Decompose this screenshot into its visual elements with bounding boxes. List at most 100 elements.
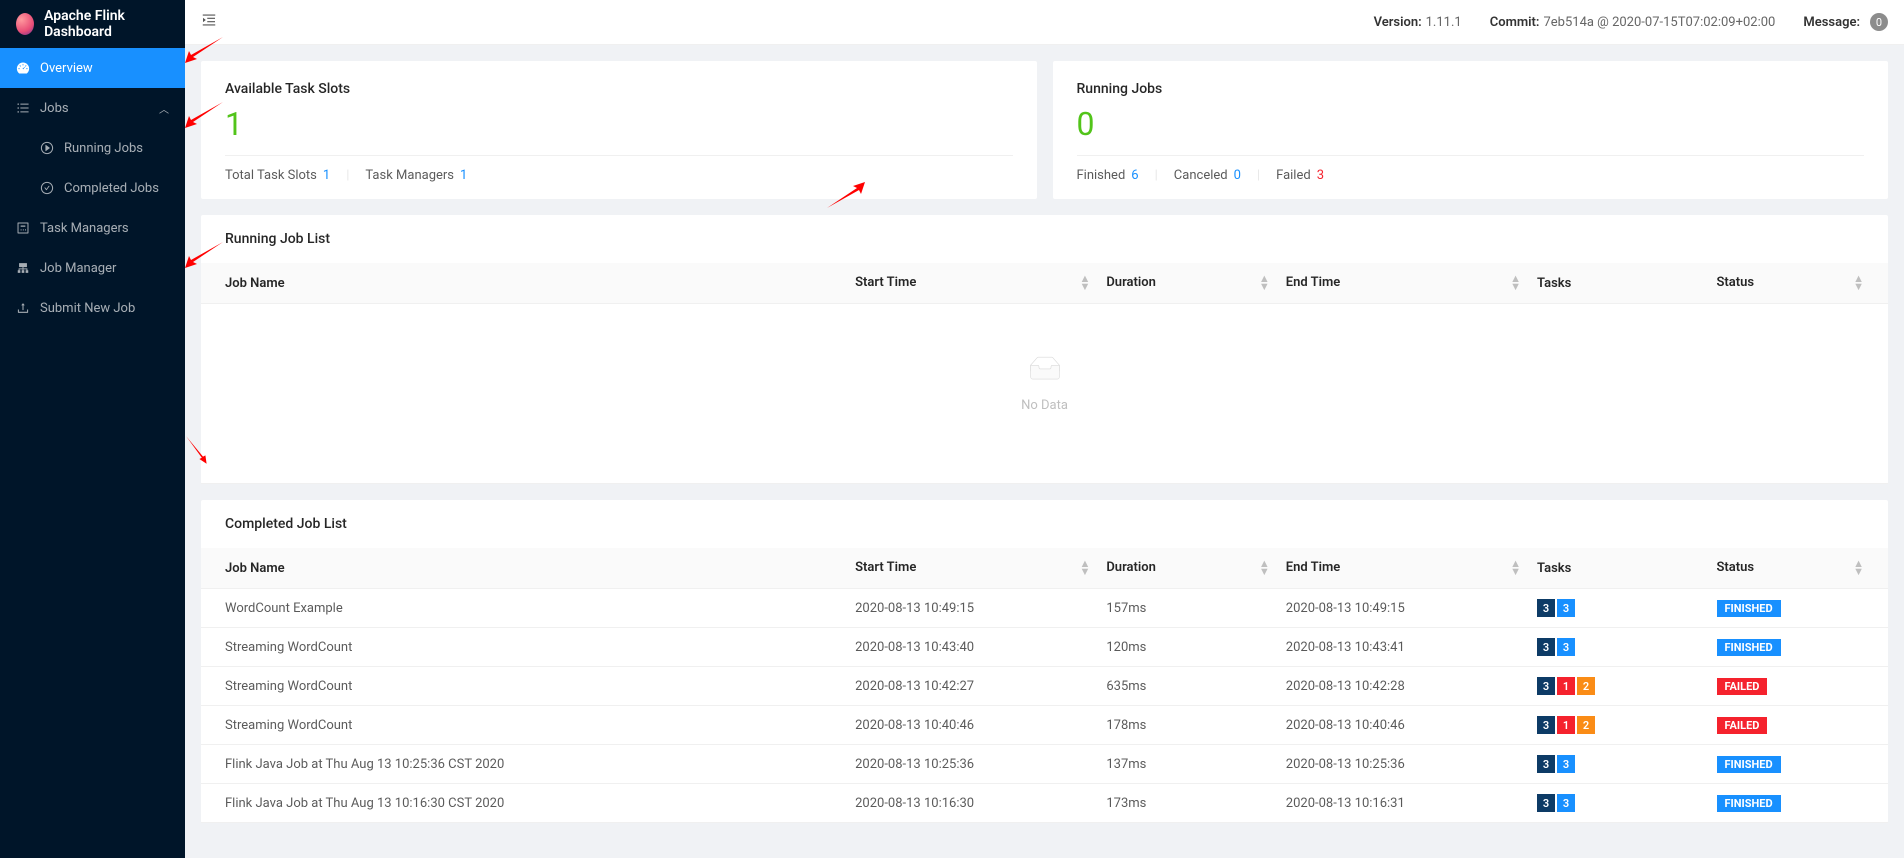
start-time-cell: 2020-08-13 10:25:36 <box>847 745 1098 784</box>
message-count-badge: 0 <box>1870 13 1888 31</box>
completed-jobs-table: Job Name Start Time▲▼ Duration▲▼ End Tim… <box>201 548 1888 823</box>
sidebar-item-running-jobs[interactable]: Running Jobs <box>0 128 185 168</box>
running-jobs-card: Running Jobs 0 Finished6 | Canceled0 | F… <box>1053 61 1889 199</box>
job-name-cell: Flink Java Job at Thu Aug 13 10:16:30 CS… <box>201 784 847 823</box>
table-row[interactable]: Streaming WordCount2020-08-13 10:43:4012… <box>201 628 1888 667</box>
task-count-badge: 3 <box>1537 794 1555 812</box>
table-row[interactable]: Streaming WordCount2020-08-13 10:40:4617… <box>201 706 1888 745</box>
job-name-cell: WordCount Example <box>201 589 847 628</box>
card-value: 0 <box>1077 105 1865 143</box>
sidebar-item-label: Submit New Job <box>40 301 135 316</box>
commit-info: Commit:7eb514a @ 2020-07-15T07:02:09+02:… <box>1490 15 1776 30</box>
status-cell: FINISHED <box>1709 745 1889 784</box>
bars-icon <box>16 101 30 115</box>
col-status[interactable]: Status▲▼ <box>1709 548 1889 589</box>
col-job-name[interactable]: Job Name <box>201 263 847 304</box>
cluster-icon <box>16 261 30 275</box>
col-start-time[interactable]: Start Time▲▼ <box>847 548 1098 589</box>
sidebar-item-label: Task Managers <box>40 221 129 236</box>
section-title: Completed Job List <box>201 500 1888 548</box>
job-name-cell: Streaming WordCount <box>201 667 847 706</box>
task-count-badge: 1 <box>1557 677 1575 695</box>
check-circle-icon <box>40 181 54 195</box>
col-end-time[interactable]: End Time▲▼ <box>1278 263 1529 304</box>
duration-cell: 173ms <box>1098 784 1277 823</box>
status-badge: FINISHED <box>1717 639 1781 656</box>
start-time-cell: 2020-08-13 10:49:15 <box>847 589 1098 628</box>
col-tasks[interactable]: Tasks <box>1529 548 1708 589</box>
sidebar-item-overview[interactable]: Overview <box>0 48 185 88</box>
status-badge: FAILED <box>1717 678 1768 695</box>
task-count-badge: 3 <box>1557 638 1575 656</box>
table-row[interactable]: Flink Java Job at Thu Aug 13 10:16:30 CS… <box>201 784 1888 823</box>
task-count-badge: 1 <box>1557 716 1575 734</box>
duration-cell: 157ms <box>1098 589 1277 628</box>
tasks-cell: 33 <box>1529 589 1708 628</box>
status-badge: FINISHED <box>1717 600 1781 617</box>
sidebar-item-submit-new-job[interactable]: Submit New Job <box>0 288 185 328</box>
end-time-cell: 2020-08-13 10:42:28 <box>1278 667 1529 706</box>
col-duration[interactable]: Duration▲▼ <box>1098 548 1277 589</box>
sidebar-item-label: Jobs <box>40 101 69 116</box>
section-title: Running Job List <box>201 215 1888 263</box>
available-task-slots-card: Available Task Slots 1 Total Task Slots1… <box>201 61 1037 199</box>
col-end-time[interactable]: End Time▲▼ <box>1278 548 1529 589</box>
task-count-badge: 3 <box>1537 716 1555 734</box>
logo-area: Apache Flink Dashboard <box>0 0 185 48</box>
status-cell: FINISHED <box>1709 628 1889 667</box>
task-count-badge: 2 <box>1577 677 1595 695</box>
task-count-badge: 3 <box>1557 755 1575 773</box>
col-job-name[interactable]: Job Name <box>201 548 847 589</box>
sidebar-item-completed-jobs[interactable]: Completed Jobs <box>0 168 185 208</box>
sidebar-item-label: Running Jobs <box>64 141 143 156</box>
col-start-time[interactable]: Start Time▲▼ <box>847 263 1098 304</box>
end-time-cell: 2020-08-13 10:49:15 <box>1278 589 1529 628</box>
task-count-badge: 3 <box>1537 677 1555 695</box>
status-cell: FINISHED <box>1709 589 1889 628</box>
sidebar-item-jobs[interactable]: Jobs︿ <box>0 88 185 128</box>
task-count-badge: 3 <box>1537 755 1555 773</box>
task-count-badge: 3 <box>1537 599 1555 617</box>
card-title: Running Jobs <box>1077 81 1865 97</box>
duration-cell: 178ms <box>1098 706 1277 745</box>
sidebar-item-label: Job Manager <box>40 261 116 276</box>
sidebar: Apache Flink Dashboard OverviewJobs︿ Runn… <box>0 0 185 858</box>
table-row[interactable]: Streaming WordCount2020-08-13 10:42:2763… <box>201 667 1888 706</box>
sidebar-menu: OverviewJobs︿ Running Jobs Completed Jobs T… <box>0 48 185 328</box>
running-jobs-table: Job Name Start Time▲▼ Duration▲▼ End Tim… <box>201 263 1888 484</box>
topbar-right: Version:1.11.1 Commit:7eb514a @ 2020-07-… <box>1374 13 1888 31</box>
message-info: Message:0 <box>1803 13 1888 31</box>
stats-row: Available Task Slots 1 Total Task Slots1… <box>201 61 1888 199</box>
col-duration[interactable]: Duration▲▼ <box>1098 263 1277 304</box>
play-circle-icon <box>40 141 54 155</box>
end-time-cell: 2020-08-13 10:25:36 <box>1278 745 1529 784</box>
start-time-cell: 2020-08-13 10:16:30 <box>847 784 1098 823</box>
sidebar-item-task-managers[interactable]: Task Managers <box>0 208 185 248</box>
start-time-cell: 2020-08-13 10:43:40 <box>847 628 1098 667</box>
task-count-badge: 2 <box>1577 716 1595 734</box>
col-tasks[interactable]: Tasks <box>1529 263 1708 304</box>
collapse-sidebar-button[interactable] <box>201 12 217 32</box>
empty-text: No Data <box>225 398 1864 413</box>
table-row[interactable]: Flink Java Job at Thu Aug 13 10:25:36 CS… <box>201 745 1888 784</box>
col-status[interactable]: Status▲▼ <box>1709 263 1889 304</box>
flink-logo-icon <box>16 13 34 35</box>
job-name-cell: Streaming WordCount <box>201 706 847 745</box>
main-area: Version:1.11.1 Commit:7eb514a @ 2020-07-… <box>185 0 1904 858</box>
status-badge: FINISHED <box>1717 756 1781 773</box>
status-cell: FINISHED <box>1709 784 1889 823</box>
task-count-badge: 3 <box>1537 638 1555 656</box>
tasks-cell: 33 <box>1529 784 1708 823</box>
start-time-cell: 2020-08-13 10:40:46 <box>847 706 1098 745</box>
status-cell: FAILED <box>1709 667 1889 706</box>
tasks-cell: 33 <box>1529 745 1708 784</box>
tasks-cell: 33 <box>1529 628 1708 667</box>
sidebar-item-job-manager[interactable]: Job Manager <box>0 248 185 288</box>
end-time-cell: 2020-08-13 10:43:41 <box>1278 628 1529 667</box>
server-icon <box>16 221 30 235</box>
completed-job-list-section: Completed Job List Job Name Start Time▲▼… <box>201 500 1888 823</box>
menu-fold-icon <box>201 12 217 28</box>
version-info: Version:1.11.1 <box>1374 15 1462 30</box>
card-footer: Finished6 | Canceled0 | Failed3 <box>1077 155 1865 183</box>
table-row[interactable]: WordCount Example2020-08-13 10:49:15157m… <box>201 589 1888 628</box>
